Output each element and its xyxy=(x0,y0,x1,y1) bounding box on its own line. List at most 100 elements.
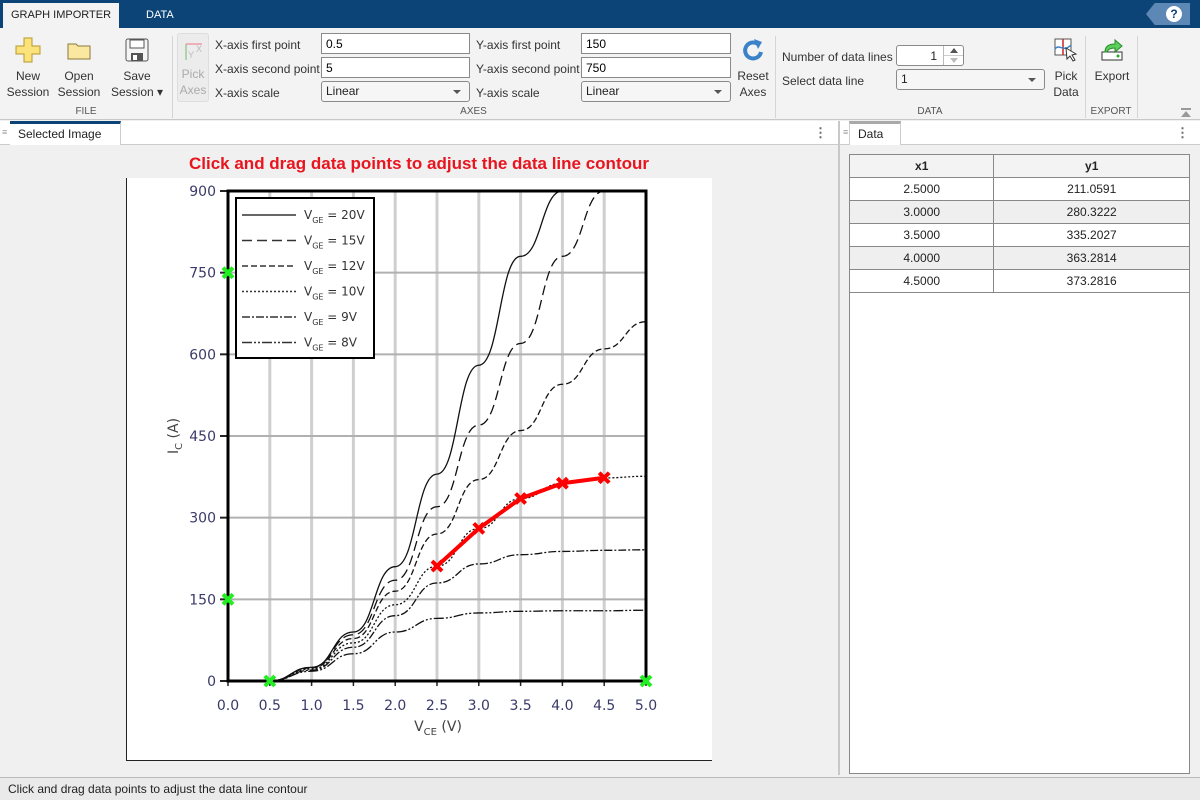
x-tick-label: 1.5 xyxy=(342,698,364,714)
table-row[interactable]: 3.5000 335.2027 xyxy=(848,223,1190,247)
pick-data-button[interactable]: Pick Data xyxy=(1050,36,1082,100)
new-session-button[interactable]: New Session xyxy=(6,36,50,100)
y-tick-label: 750 xyxy=(189,266,216,282)
x-tick-label: 2.5 xyxy=(426,698,448,714)
x-first-label: X-axis first point xyxy=(215,38,301,52)
save-session-label-2: Session ▾ xyxy=(110,85,164,99)
spinner-buttons[interactable] xyxy=(943,46,963,65)
y-tick-label: 150 xyxy=(189,592,216,608)
x-axis-label: VCE (V) xyxy=(414,719,462,738)
column-header-y1[interactable]: y1 xyxy=(993,154,1190,178)
cell-y[interactable]: 373.2816 xyxy=(993,269,1190,293)
cell-y[interactable]: 363.2814 xyxy=(993,246,1190,270)
select-data-line-dropdown[interactable]: 1 xyxy=(896,69,1045,90)
refresh-icon xyxy=(743,39,763,61)
x-tick-label: 1.0 xyxy=(300,698,322,714)
file-section-label: FILE xyxy=(75,106,97,117)
table-row[interactable]: 2.5000 211.0591 xyxy=(848,177,1190,201)
svg-text:X: X xyxy=(196,44,202,54)
table-row[interactable]: 4.5000 373.2816 xyxy=(848,269,1190,293)
cell-x[interactable]: 3.0000 xyxy=(848,200,995,224)
y-scale-label: Y-axis scale xyxy=(476,86,540,100)
cell-y[interactable]: 211.0591 xyxy=(993,177,1190,201)
collapse-toolstrip-icon[interactable] xyxy=(1181,108,1191,117)
cell-y[interactable]: 280.3222 xyxy=(993,200,1190,224)
drag-grip-icon[interactable]: ≡ xyxy=(843,127,848,137)
pick-data-label-1: Pick xyxy=(1054,69,1078,83)
panel-menu-icon[interactable]: ⋮ xyxy=(1176,125,1189,141)
export-icon xyxy=(1101,38,1123,61)
table-row[interactable]: 4.0000 363.2814 xyxy=(848,246,1190,270)
x-axis-first-point-input[interactable] xyxy=(321,33,470,54)
num-data-lines-spinner[interactable]: 1 xyxy=(896,45,964,66)
axes-section-label: AXES xyxy=(460,106,487,117)
x-second-label: X-axis second point xyxy=(215,62,320,76)
open-session-label-2: Session xyxy=(57,85,101,99)
x-tick-label: 0.5 xyxy=(259,698,281,714)
save-session-button[interactable]: Save Session ▾ xyxy=(108,36,166,100)
tab-graph-importer[interactable]: GRAPH IMPORTER xyxy=(3,3,120,28)
spinner-up-icon[interactable] xyxy=(950,48,958,53)
table-row[interactable]: 3.0000 280.3222 xyxy=(848,200,1190,224)
pick-axes-label-1: Pick xyxy=(181,67,205,81)
y-axis-second-point-input[interactable] xyxy=(581,57,731,78)
top-tab-bar: GRAPH IMPORTER DATA ? xyxy=(0,0,1200,28)
panel-tab-bar: ≡ Data ⋮ xyxy=(840,121,1200,145)
graph-image[interactable]: 0.0 0.5 1.0 1.5 2.0 2.5 3.0 3.5 4.0 4.5 5.0 0 150 300… xyxy=(0,121,838,775)
status-bar: Click and drag data points to adjust the… xyxy=(0,777,1200,800)
y-tick-label: 450 xyxy=(189,429,216,445)
reset-axes-label-2: Axes xyxy=(739,85,767,99)
num-data-lines-label: Number of data lines xyxy=(782,50,893,64)
toolstrip: New Session Open Session Save Session ▾ … xyxy=(0,28,1200,120)
y-axis-scale-dropdown[interactable]: Linear xyxy=(581,81,731,102)
data-section-label: DATA xyxy=(917,106,943,117)
num-data-lines-value: 1 xyxy=(930,49,937,63)
data-table: x1 y1 2.5000 211.0591 3.0000 280.3222 3.50… xyxy=(848,154,1190,293)
pick-data-label-2: Data xyxy=(1053,85,1079,99)
cell-x[interactable]: 3.5000 xyxy=(848,223,995,247)
x-tick-label: 2.0 xyxy=(384,698,406,714)
help-button[interactable]: ? xyxy=(1146,3,1190,25)
pick-axes-button[interactable]: XY Pick Axes xyxy=(177,33,209,102)
export-section-label: EXPORT xyxy=(1090,106,1132,117)
x-tick-label: 0.0 xyxy=(217,698,239,714)
separator xyxy=(1137,36,1138,118)
export-label: Export xyxy=(1094,69,1130,83)
x-tick-label: 3.0 xyxy=(468,698,490,714)
cell-x[interactable]: 4.5000 xyxy=(848,269,995,293)
tab-data[interactable]: DATA xyxy=(138,3,182,28)
x-axis-scale-dropdown[interactable]: Linear xyxy=(321,81,470,102)
data-panel: ≡ Data ⋮ x1 y1 2.5000 211.0591 3.0000 280.… xyxy=(840,121,1200,775)
y-first-label: Y-axis first point xyxy=(476,38,561,52)
x-tick-label: 5.0 xyxy=(635,698,657,714)
reset-axes-button[interactable]: Reset Axes xyxy=(736,36,770,100)
column-header-x1[interactable]: x1 xyxy=(848,154,995,178)
pick-data-icon xyxy=(1054,38,1078,62)
y-tick-label: 0 xyxy=(207,674,216,690)
spinner-down-icon[interactable] xyxy=(950,58,958,63)
x-tick-label: 4.5 xyxy=(593,698,615,714)
series-line-3 xyxy=(269,321,646,681)
folder-icon xyxy=(67,43,91,60)
svg-text:Y: Y xyxy=(188,50,194,60)
export-button[interactable]: Export xyxy=(1090,36,1134,84)
cell-y[interactable]: 335.2027 xyxy=(993,223,1190,247)
y-tick-label: 900 xyxy=(189,184,216,200)
cell-x[interactable]: 2.5000 xyxy=(848,177,995,201)
legend-box xyxy=(235,197,375,359)
y-tick-label: 300 xyxy=(189,511,216,527)
save-session-label-1: Save xyxy=(123,69,151,83)
new-session-label-1: New xyxy=(15,69,40,83)
floppy-disk-icon xyxy=(125,38,149,62)
question-mark-icon: ? xyxy=(1166,6,1182,22)
new-session-label-2: Session xyxy=(6,85,50,99)
x-axis-second-point-input[interactable] xyxy=(321,57,470,78)
open-session-button[interactable]: Open Session xyxy=(57,36,101,100)
selected-image-panel: ≡ Selected Image ⋮ Click and drag data p… xyxy=(0,121,838,775)
cell-x[interactable]: 4.0000 xyxy=(848,246,995,270)
open-session-label-1: Open xyxy=(64,69,94,83)
pick-axes-label-2: Axes xyxy=(179,83,207,97)
y-second-label: Y-axis second point xyxy=(476,62,580,76)
y-axis-first-point-input[interactable] xyxy=(581,33,731,54)
tab-data-panel[interactable]: Data xyxy=(849,121,901,145)
